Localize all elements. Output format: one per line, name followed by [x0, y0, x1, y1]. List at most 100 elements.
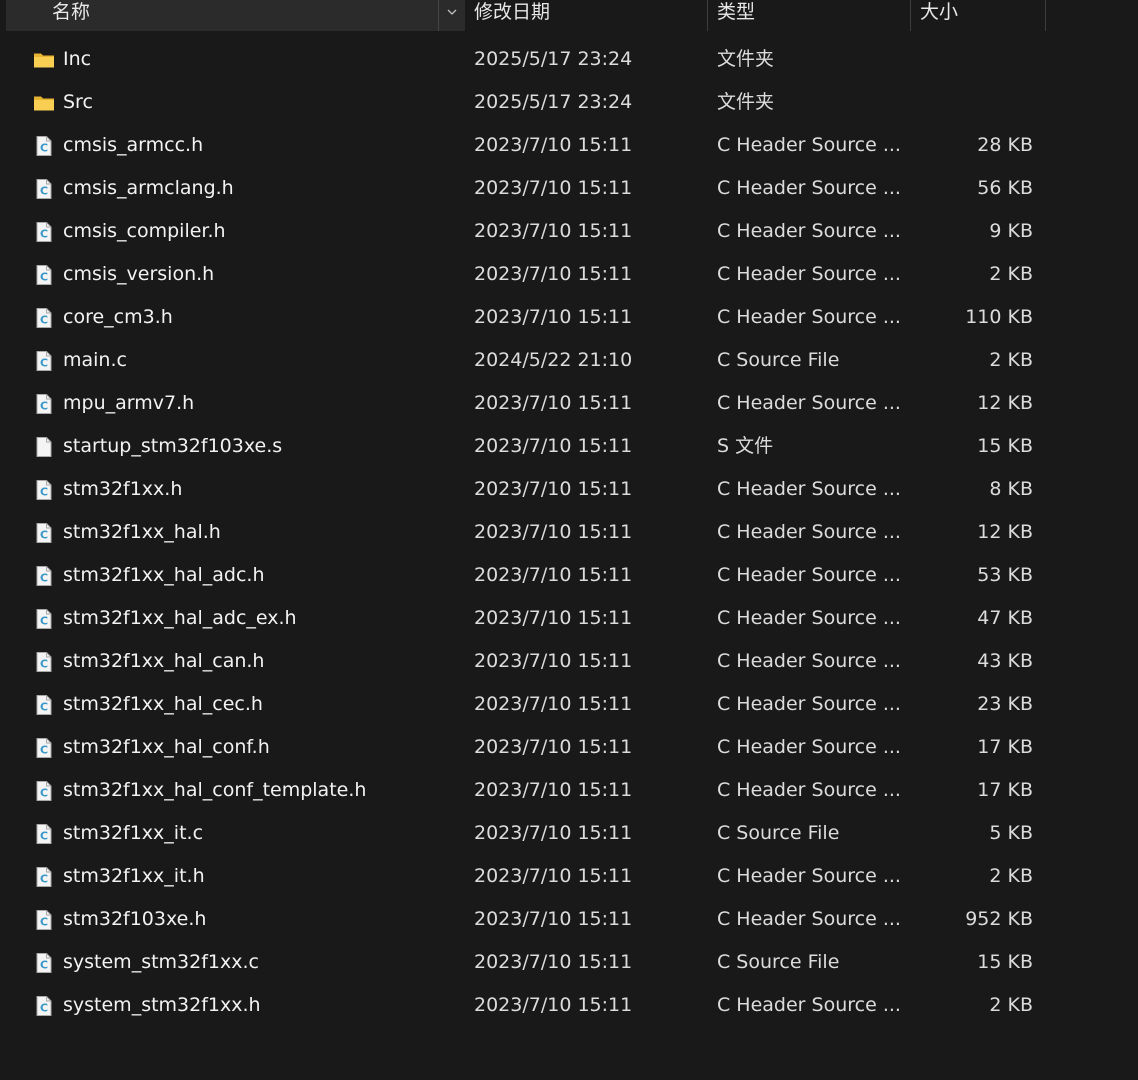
file-name: stm32f1xx_hal_cec.h — [63, 693, 263, 715]
file-row[interactable]: C cmsis_compiler.h 2023/7/10 15:11 C Hea… — [0, 210, 1138, 253]
file-name: stm32f103xe.h — [63, 908, 207, 930]
file-size: 2 KB — [989, 349, 1033, 371]
file-row[interactable]: C mpu_armv7.h 2023/7/10 15:11 C Header S… — [0, 382, 1138, 425]
file-row[interactable]: C cmsis_armcc.h 2023/7/10 15:11 C Header… — [0, 124, 1138, 167]
file-modified-date: 2025/5/17 23:24 — [474, 91, 633, 113]
file-row[interactable]: C stm32f1xx_it.h 2023/7/10 15:11 C Heade… — [0, 855, 1138, 898]
file-row[interactable]: C system_stm32f1xx.c 2023/7/10 15:11 C S… — [0, 941, 1138, 984]
file-type: C Header Source ... — [717, 220, 901, 242]
file-name: stm32f1xx_hal_conf.h — [63, 736, 270, 758]
file-name: Src — [63, 91, 93, 113]
c-file-icon: C — [33, 651, 55, 673]
file-name: startup_stm32f103xe.s — [63, 435, 283, 457]
file-row[interactable]: C core_cm3.h 2023/7/10 15:11 C Header So… — [0, 296, 1138, 339]
file-row[interactable]: C stm32f1xx_hal_adc_ex.h 2023/7/10 15:11… — [0, 597, 1138, 640]
file-name: stm32f1xx_hal_adc_ex.h — [63, 607, 297, 629]
c-file-icon: C — [33, 866, 55, 888]
file-name: mpu_armv7.h — [63, 392, 195, 414]
file-name: system_stm32f1xx.h — [63, 994, 261, 1016]
file-size: 47 KB — [977, 607, 1033, 629]
file-size: 53 KB — [977, 564, 1033, 586]
file-row[interactable]: C cmsis_version.h 2023/7/10 15:11 C Head… — [0, 253, 1138, 296]
c-file-icon: C — [33, 952, 55, 974]
file-row[interactable]: C stm32f1xx_hal_conf_template.h 2023/7/1… — [0, 769, 1138, 812]
c-file-icon: C — [33, 178, 55, 200]
file-size: 8 KB — [989, 478, 1033, 500]
file-modified-date: 2023/7/10 15:11 — [474, 263, 633, 285]
file-row[interactable]: C main.c 2024/5/22 21:10 C Source File 2… — [0, 339, 1138, 382]
svg-text:C: C — [40, 357, 48, 370]
file-name: system_stm32f1xx.c — [63, 951, 259, 973]
file-row[interactable]: Src 2025/5/17 23:24 文件夹 — [0, 81, 1138, 124]
svg-text:C: C — [40, 486, 48, 499]
file-row[interactable]: C stm32f103xe.h 2023/7/10 15:11 C Header… — [0, 898, 1138, 941]
column-divider[interactable] — [1045, 0, 1046, 31]
file-row[interactable]: C system_stm32f1xx.h 2023/7/10 15:11 C H… — [0, 984, 1138, 1027]
svg-text:C: C — [40, 228, 48, 241]
file-type: C Header Source ... — [717, 134, 901, 156]
file-modified-date: 2023/7/10 15:11 — [474, 220, 633, 242]
file-type: S 文件 — [717, 435, 774, 457]
column-header-type[interactable]: 类型 — [708, 0, 911, 31]
file-name: stm32f1xx.h — [63, 478, 183, 500]
svg-text:C: C — [40, 142, 48, 155]
file-size: 43 KB — [977, 650, 1033, 672]
file-size: 2 KB — [989, 263, 1033, 285]
chevron-down-icon[interactable] — [438, 0, 464, 31]
svg-text:C: C — [40, 314, 48, 327]
c-file-icon: C — [33, 565, 55, 587]
c-file-icon: C — [33, 737, 55, 759]
file-type: C Header Source ... — [717, 865, 901, 887]
column-header-size[interactable]: 大小 — [911, 0, 1045, 31]
c-file-icon: C — [33, 221, 55, 243]
file-row[interactable]: C stm32f1xx_hal.h 2023/7/10 15:11 C Head… — [0, 511, 1138, 554]
file-size: 15 KB — [977, 951, 1033, 973]
file-row[interactable]: C stm32f1xx_hal_adc.h 2023/7/10 15:11 C … — [0, 554, 1138, 597]
file-modified-date: 2024/5/22 21:10 — [474, 349, 633, 371]
file-modified-date: 2023/7/10 15:11 — [474, 478, 633, 500]
svg-text:C: C — [40, 959, 48, 972]
c-file-icon: C — [33, 307, 55, 329]
file-size: 2 KB — [989, 865, 1033, 887]
file-row[interactable]: C cmsis_armclang.h 2023/7/10 15:11 C Hea… — [0, 167, 1138, 210]
file-name: cmsis_compiler.h — [63, 220, 226, 242]
file-size: 15 KB — [977, 435, 1033, 457]
file-name: stm32f1xx_hal_can.h — [63, 650, 265, 672]
file-modified-date: 2023/7/10 15:11 — [474, 306, 633, 328]
file-row[interactable]: C stm32f1xx_hal_can.h 2023/7/10 15:11 C … — [0, 640, 1138, 683]
svg-text:C: C — [40, 185, 48, 198]
svg-text:C: C — [40, 787, 48, 800]
file-row[interactable]: C stm32f1xx_hal_conf.h 2023/7/10 15:11 C… — [0, 726, 1138, 769]
file-modified-date: 2023/7/10 15:11 — [474, 392, 633, 414]
c-file-icon: C — [33, 350, 55, 372]
file-modified-date: 2023/7/10 15:11 — [474, 607, 633, 629]
file-row[interactable]: startup_stm32f103xe.s 2023/7/10 15:11 S … — [0, 425, 1138, 468]
file-type: C Header Source ... — [717, 306, 901, 328]
file-modified-date: 2023/7/10 15:11 — [474, 865, 633, 887]
file-type: C Header Source ... — [717, 994, 901, 1016]
file-type: C Header Source ... — [717, 177, 901, 199]
c-file-icon: C — [33, 995, 55, 1017]
file-size: 5 KB — [989, 822, 1033, 844]
svg-text:C: C — [40, 271, 48, 284]
file-name: cmsis_armcc.h — [63, 134, 204, 156]
file-row[interactable]: C stm32f1xx_it.c 2023/7/10 15:11 C Sourc… — [0, 812, 1138, 855]
folder-icon — [33, 49, 55, 71]
file-size: 56 KB — [977, 177, 1033, 199]
file-modified-date: 2023/7/10 15:11 — [474, 736, 633, 758]
file-row[interactable]: C stm32f1xx_hal_cec.h 2023/7/10 15:11 C … — [0, 683, 1138, 726]
file-name: stm32f1xx_it.c — [63, 822, 204, 844]
file-name: main.c — [63, 349, 127, 371]
file-row[interactable]: Inc 2025/5/17 23:24 文件夹 — [0, 38, 1138, 81]
file-row[interactable]: C stm32f1xx.h 2023/7/10 15:11 C Header S… — [0, 468, 1138, 511]
column-header-date[interactable]: 修改日期 — [465, 0, 708, 31]
svg-text:C: C — [40, 572, 48, 585]
file-type: C Header Source ... — [717, 908, 901, 930]
c-file-icon: C — [33, 479, 55, 501]
file-type: C Header Source ... — [717, 478, 901, 500]
file-type: C Header Source ... — [717, 263, 901, 285]
column-header-name[interactable]: 名称 — [6, 0, 465, 31]
file-type: 文件夹 — [717, 48, 775, 70]
c-file-icon: C — [33, 694, 55, 716]
file-name: Inc — [63, 48, 92, 70]
